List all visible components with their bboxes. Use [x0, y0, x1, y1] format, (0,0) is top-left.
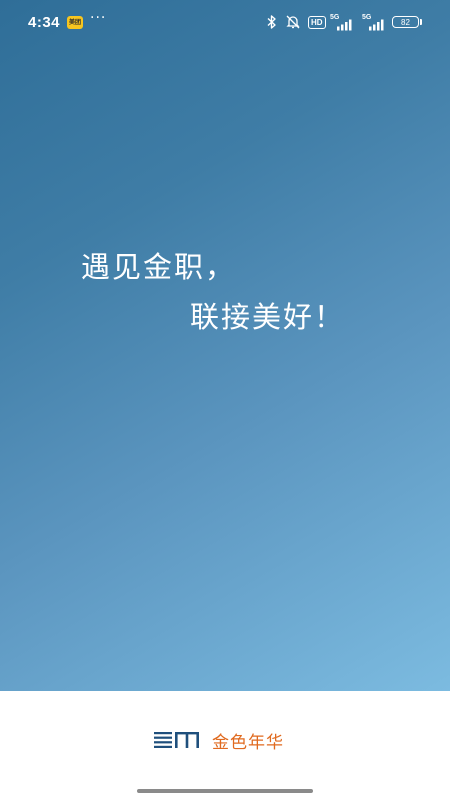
meituan-notification-icon: 美团: [67, 16, 83, 29]
jinse-nianhua-logo-icon: [154, 732, 199, 748]
hd-voice-icon: HD: [308, 16, 326, 29]
slogan-line-1: 遇见金职，: [81, 250, 237, 284]
slogan-line-2: 联接美好！: [190, 300, 346, 334]
battery-icon: [420, 19, 422, 25]
home-indicator[interactable]: [137, 789, 313, 793]
status-bar: 4:34 美团 ··· HD 5G 5G 82: [0, 0, 450, 46]
brand-name: 金色年华: [212, 732, 284, 753]
splash-background: [0, 0, 450, 691]
mute-bell-icon: [286, 15, 300, 29]
splash-screen: 4:34 美团 ··· HD 5G 5G 82 遇见金职， 联接美好！ 金色年华: [0, 0, 450, 800]
signal-strength-icon-2: [369, 19, 384, 31]
more-notifications-icon: ···: [90, 10, 107, 26]
brand: 金色年华: [154, 729, 284, 753]
battery-level: 82: [392, 16, 419, 28]
status-time: 4:34: [28, 14, 61, 31]
splash-footer: 金色年华: [0, 691, 450, 800]
signal-strength-icon-1: [337, 19, 352, 31]
bluetooth-icon: [267, 15, 276, 29]
